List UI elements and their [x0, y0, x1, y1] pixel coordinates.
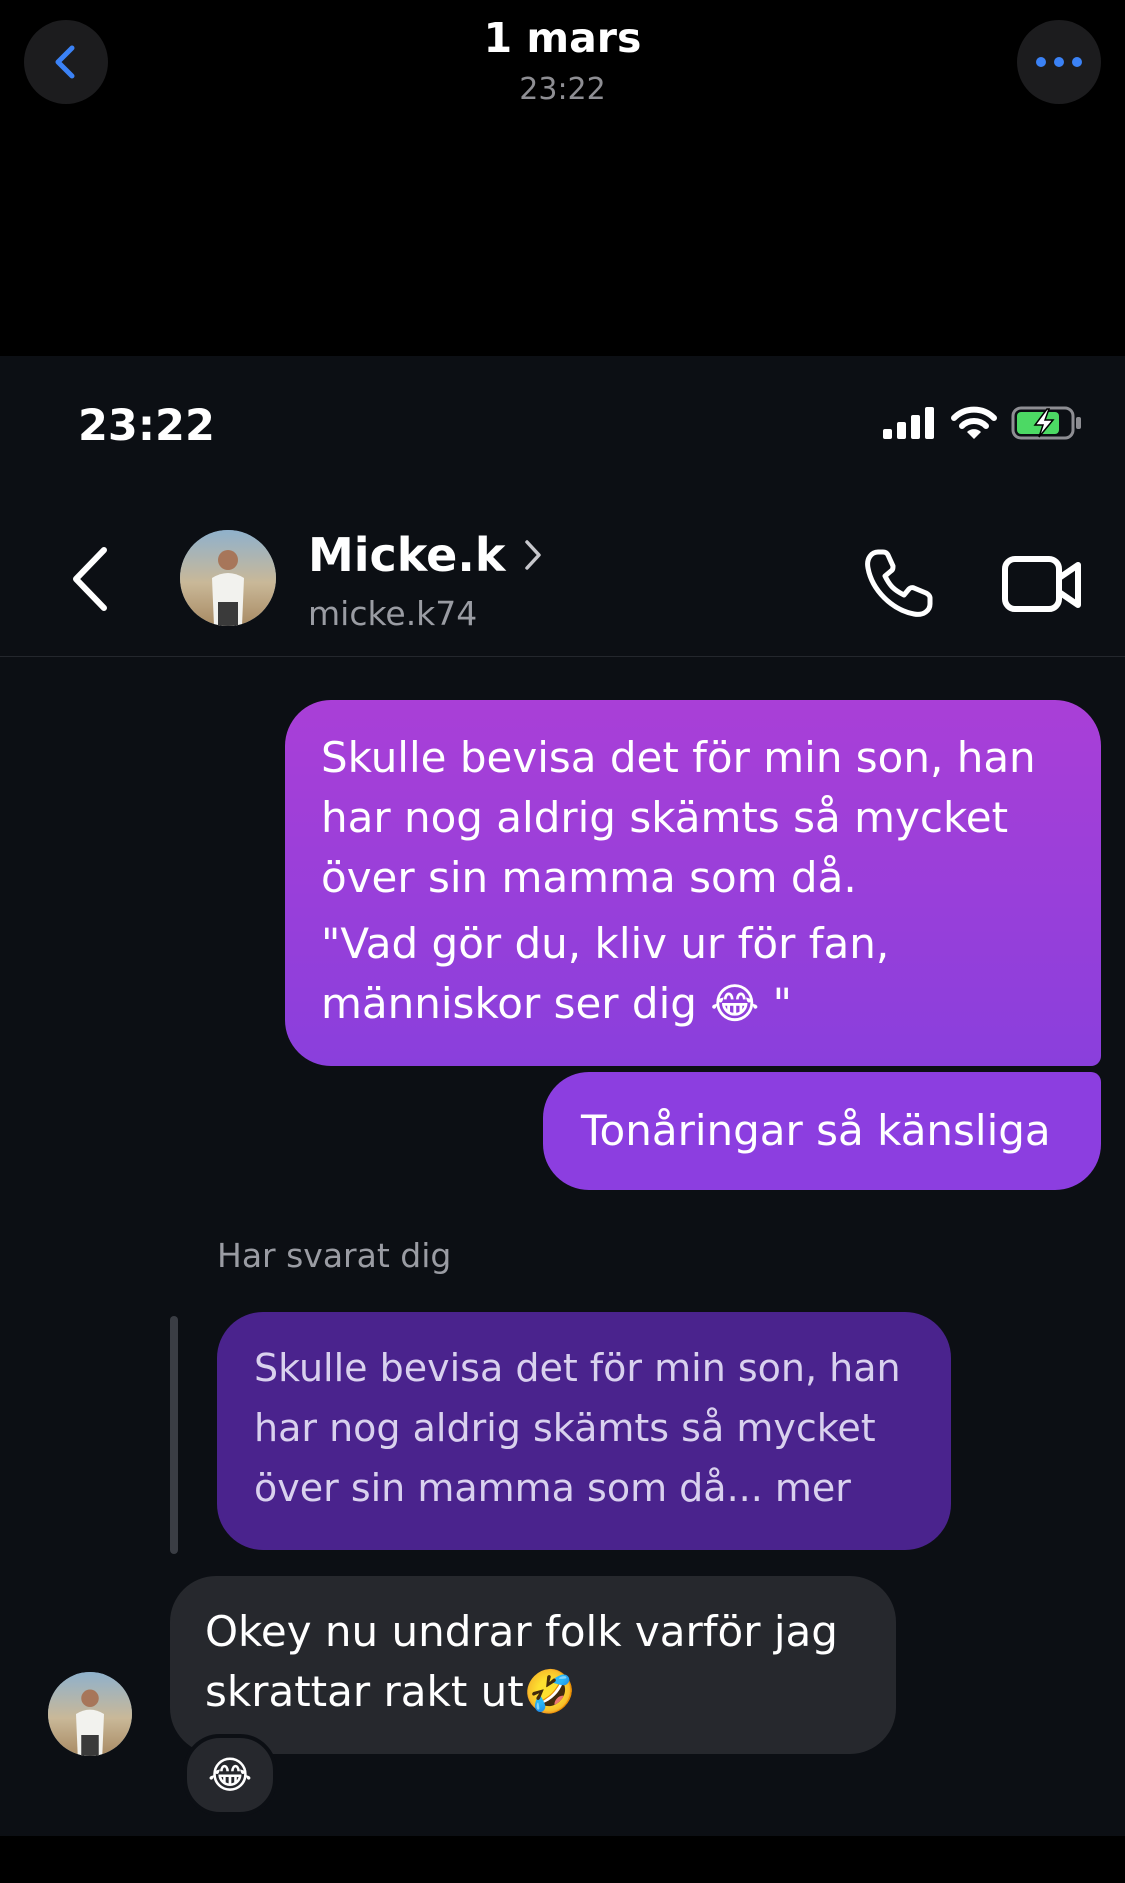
contact-name-link[interactable]: Micke.k [308, 528, 543, 582]
chevron-right-icon [525, 540, 542, 570]
chat-header: Micke.k micke.k74 [0, 506, 1125, 657]
message-text-line: över sin mamma som då. [321, 853, 857, 902]
message-text-line: "Vad gör du, kliv ur för fan, [321, 919, 890, 968]
quoted-text-line: Skulle bevisa det för min son, han [254, 1346, 901, 1390]
avatar[interactable] [180, 530, 276, 626]
viewer-more-button[interactable] [1017, 20, 1101, 104]
status-bar-icons [883, 406, 1083, 440]
quoted-message[interactable]: Skulle bevisa det för min son, han har n… [217, 1312, 951, 1550]
cellular-signal-icon [883, 407, 934, 439]
quoted-text-line: har nog aldrig skämts så mycket [254, 1406, 876, 1450]
battery-charging-icon [1011, 406, 1081, 440]
reply-indicator-bar [170, 1316, 178, 1554]
incoming-message[interactable]: Okey nu undrar folk varför jag skrattar … [170, 1576, 896, 1754]
outgoing-message[interactable]: Skulle bevisa det för min son, han har n… [285, 700, 1101, 1066]
quoted-text-line: över sin mamma som då... mer [254, 1466, 851, 1510]
message-text-line: människor ser dig 😂 " [321, 979, 793, 1028]
reaction-emoji: 😂 [207, 1753, 253, 1797]
contact-handle: micke.k74 [308, 594, 478, 633]
contact-name: Micke.k [308, 528, 506, 582]
sender-avatar[interactable] [48, 1672, 132, 1756]
viewer-time: 23:22 [519, 72, 606, 107]
reaction-badge[interactable]: 😂 [183, 1734, 277, 1816]
viewer-bottom-bar [0, 1836, 1125, 1883]
message-text-line: Skulle bevisa det för min son, han [321, 733, 1036, 782]
viewer-date: 1 mars [483, 14, 642, 62]
outgoing-message[interactable]: Tonåringar så känsliga [543, 1072, 1101, 1190]
message-text-line: har nog aldrig skämts så mycket [321, 793, 1009, 842]
wifi-icon [951, 406, 997, 439]
message-text: Tonåringar så känsliga [581, 1106, 1051, 1155]
viewer-top-bar: 1 mars 23:22 [0, 0, 1125, 356]
reply-label: Har svarat dig [217, 1236, 452, 1275]
phone-icon [865, 549, 933, 617]
header-back-button[interactable] [66, 544, 126, 624]
more-dots-icon [1036, 57, 1082, 67]
call-button[interactable] [860, 546, 936, 622]
chevron-left-icon [73, 547, 107, 611]
video-camera-icon [1002, 556, 1081, 612]
message-text-line: Okey nu undrar folk varför jag [205, 1607, 838, 1656]
status-bar-time: 23:22 [78, 401, 215, 451]
video-call-button[interactable] [1000, 550, 1084, 620]
chat-screenshot: 23:22 Micke.k micke.k74 Skulle bevisa de… [0, 356, 1125, 1836]
message-text-line: skrattar rakt ut🤣 [205, 1667, 577, 1716]
